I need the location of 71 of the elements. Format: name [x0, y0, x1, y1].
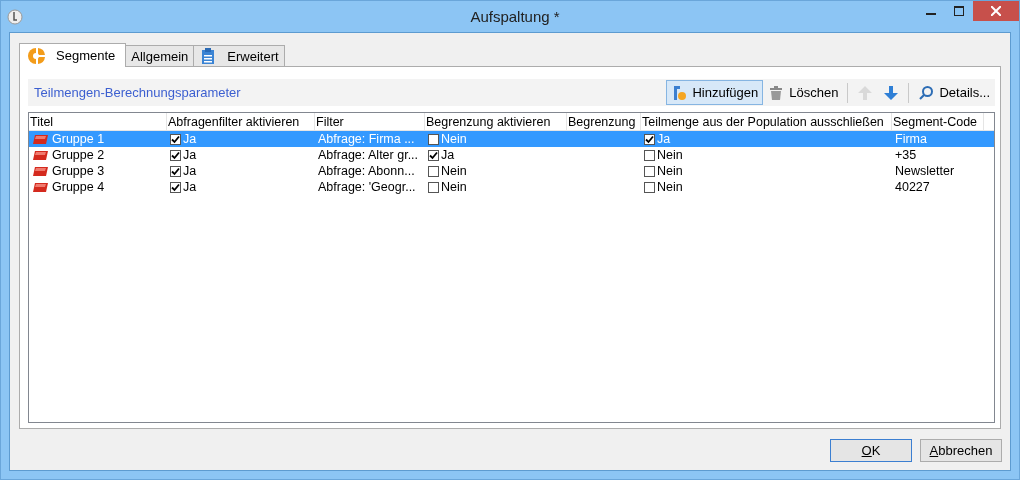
- segment-icon: [32, 149, 50, 161]
- segment-icon: [32, 165, 50, 177]
- checkbox-label: Ja: [441, 148, 455, 162]
- column-header[interactable]: Abfragenfilter aktivieren: [167, 113, 315, 130]
- checkbox[interactable]: [170, 165, 181, 177]
- checkbox-label: Ja: [183, 148, 197, 162]
- checkbox[interactable]: [428, 133, 439, 145]
- toolbar-button[interactable]: Hinzufügen: [666, 80, 764, 105]
- checkbox[interactable]: [170, 133, 181, 145]
- checkbox[interactable]: [644, 181, 655, 193]
- tab[interactable]: Segmente: [19, 43, 127, 67]
- table-cell: Firma: [895, 132, 927, 146]
- checkbox[interactable]: [170, 181, 181, 193]
- checkbox-label: Ja: [183, 164, 197, 178]
- up-arrow-icon: [857, 84, 874, 101]
- checkbox-label: Nein: [441, 180, 467, 194]
- checkbox-label: Ja: [183, 180, 197, 194]
- checkbox-label: Ja: [657, 132, 671, 146]
- table-cell: Abfrage: Firma ...: [318, 132, 415, 146]
- checkbox-label: Nein: [657, 180, 683, 194]
- checkbox[interactable]: [428, 149, 439, 161]
- table-cell: Newsletter: [895, 164, 955, 178]
- column-header[interactable]: Teilmenge aus der Population ausschließen: [641, 113, 892, 130]
- column-header[interactable]: Titel: [29, 113, 167, 130]
- toolbar-button[interactable]: Löschen: [763, 80, 844, 105]
- checkbox[interactable]: [644, 149, 655, 161]
- segment-icon: [32, 181, 50, 193]
- table-row[interactable]: Gruppe 4 Ja Abfrage: 'Geogr... Nein Nein 40227: [29, 179, 994, 195]
- section-title: Teilmengen-Berechnungsparameter: [34, 85, 242, 100]
- column-header[interactable]: Filter: [315, 113, 425, 130]
- dialog-button[interactable]: Abbrechen: [920, 439, 1002, 462]
- checkbox-label: Nein: [441, 132, 467, 146]
- checkbox[interactable]: [428, 165, 439, 177]
- minimize-icon: [926, 13, 936, 15]
- close-icon: [991, 6, 1001, 16]
- checkbox-label: Nein: [657, 164, 683, 178]
- toolbar-button[interactable]: Details...: [913, 80, 995, 105]
- table-cell: +35: [895, 148, 917, 162]
- checkbox[interactable]: [428, 181, 439, 193]
- tab[interactable]: Erweitert: [193, 45, 285, 66]
- table-cell: Abfrage: 'Geogr...: [318, 180, 416, 194]
- table-cell: Abfrage: Alter gr...: [318, 148, 419, 162]
- table-cell: Gruppe 1: [52, 132, 105, 146]
- down-arrow-icon: [883, 84, 900, 101]
- table-row[interactable]: Gruppe 3 Ja Abfrage: Abonn... Nein Nein Newsletter: [29, 163, 994, 179]
- add-icon: [671, 84, 688, 101]
- checkbox[interactable]: [644, 165, 655, 177]
- column-header[interactable]: Begrenzung aktivieren: [425, 113, 567, 130]
- segment-icon: [32, 133, 50, 145]
- table-cell: 40227: [895, 180, 930, 194]
- checkbox-label: Nein: [441, 164, 467, 178]
- maximize-icon: [954, 6, 964, 16]
- pie-icon: [28, 46, 46, 65]
- table-cell: Gruppe 4: [52, 180, 105, 194]
- table-cell: Abfrage: Abonn...: [318, 164, 415, 178]
- app-icon: [7, 8, 23, 25]
- checkbox-label: Ja: [183, 132, 197, 146]
- close-button[interactable]: [973, 1, 1019, 21]
- tab[interactable]: Allgemein: [125, 45, 195, 66]
- window-title: Aufspaltung *: [469, 8, 560, 25]
- column-header[interactable]: Begrenzung: [567, 113, 641, 130]
- trash-icon: [768, 84, 785, 101]
- checkbox[interactable]: [170, 149, 181, 161]
- checkbox-label: Nein: [657, 148, 683, 162]
- table-cell: Gruppe 2: [52, 148, 105, 162]
- dialog-button[interactable]: OK: [830, 439, 912, 462]
- table-row[interactable]: Gruppe 2 Ja Abfrage: Alter gr... Ja Nein +35: [29, 147, 994, 163]
- column-header[interactable]: Segment-Code: [892, 113, 984, 130]
- table-cell: Gruppe 3: [52, 164, 105, 178]
- checkbox[interactable]: [644, 133, 655, 145]
- search-icon: [918, 84, 935, 101]
